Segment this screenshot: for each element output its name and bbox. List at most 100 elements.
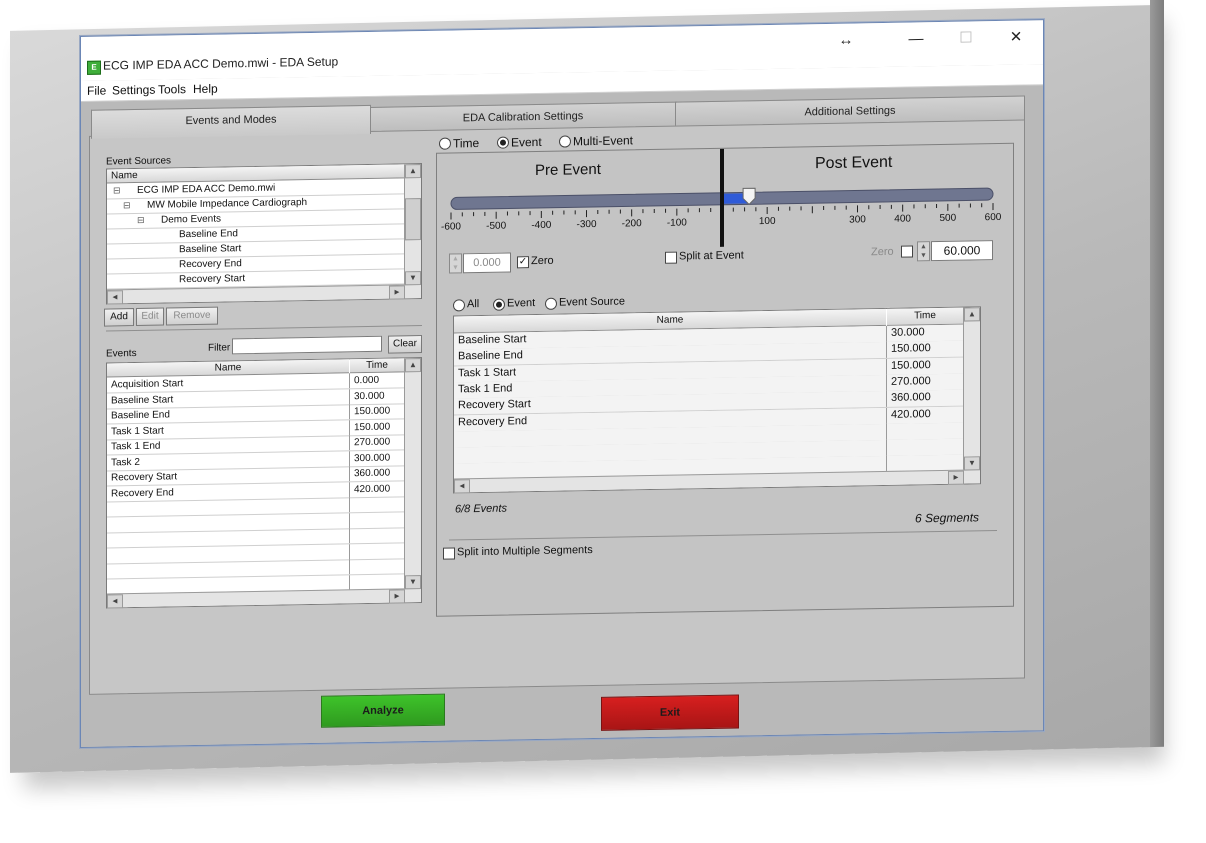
split-at-event-label: Split at Event (679, 249, 744, 263)
tree-vscroll[interactable]: ▲ ▼ (404, 164, 421, 299)
mode-event-label: Event (511, 134, 542, 150)
slider-tick-label: 500 (939, 213, 956, 224)
pre-spinner-icon[interactable]: ▲ ▼ (449, 253, 462, 274)
tree-scroll-thumb[interactable] (405, 198, 421, 241)
column-separator (886, 407, 887, 424)
scroll-up-arrow-icon[interactable]: ▲ (405, 358, 421, 373)
segments-count: 6 Segments (915, 510, 980, 526)
resize-icon[interactable]: ↔ (826, 27, 866, 54)
post-zero-label: Zero (871, 245, 894, 259)
event-mode-panel: Time Event Multi-Event Pre Event Post Ev… (436, 133, 1014, 617)
selected-vscroll[interactable]: ▲ ▼ (963, 307, 980, 484)
filter-all-label: All (467, 298, 480, 311)
events-table[interactable]: Name Time Acquisition Start 0.000 Baseline… (106, 357, 422, 609)
event-time-cell: 0.000 (354, 374, 380, 387)
scroll-down-arrow-icon[interactable]: ▼ (405, 271, 421, 286)
event-time-cell: 360.000 (354, 467, 391, 480)
expander-icon[interactable]: ⊟ (137, 213, 145, 228)
divider (106, 325, 422, 332)
filter-event-label: Event (507, 297, 536, 310)
column-separator (349, 574, 350, 590)
scroll-left-arrow-icon[interactable]: ◄ (454, 479, 470, 494)
filter-all-radio[interactable] (453, 299, 465, 312)
mode-time-radio[interactable] (439, 137, 451, 150)
event-time-cell: 300.000 (354, 452, 391, 464)
analyze-button[interactable]: Analyze (321, 693, 445, 728)
maximize-button[interactable]: ☐ (946, 25, 986, 52)
event-time-cell (350, 558, 404, 574)
slider-tick-label: -500 (486, 221, 506, 232)
menu-help[interactable]: Help (193, 82, 218, 96)
close-button[interactable]: ✕ (996, 24, 1036, 51)
divider (449, 529, 997, 541)
event-time-cell (350, 512, 404, 528)
split-at-event-checkbox[interactable] (665, 251, 677, 264)
event-time-cell (350, 496, 404, 512)
expander-icon[interactable]: ⊟ (123, 198, 131, 213)
menu-tools[interactable]: Tools (158, 82, 186, 96)
column-separator (886, 440, 887, 457)
selected-time-cell: 150.000 (891, 358, 931, 372)
menu-settings[interactable]: Settings (112, 83, 155, 98)
add-button[interactable]: Add (104, 308, 134, 327)
post-spinner-icon[interactable]: ▲ ▼ (917, 241, 930, 262)
selected-events-table[interactable]: Name Time Baseline Start 30.000 Baseline E… (453, 306, 981, 494)
post-event-field[interactable]: 60.000 (931, 240, 993, 262)
filter-event-source-radio[interactable] (545, 297, 557, 310)
selected-time-cell (887, 422, 963, 438)
app-icon: E (87, 60, 101, 75)
event-sources-tree[interactable]: Name ⊟ ECG IMP EDA ACC Demo.mwi ⊟ MW Mobile… (106, 163, 422, 305)
column-separator (349, 559, 350, 575)
edit-button[interactable]: Edit (136, 307, 164, 327)
pre-zero-checkbox[interactable]: ✓ (517, 256, 529, 269)
column-separator (886, 342, 887, 359)
column-separator (886, 358, 887, 375)
minimize-button[interactable]: — (896, 26, 936, 53)
mode-multi-event-radio[interactable] (559, 135, 571, 148)
exit-button[interactable]: Exit (601, 694, 739, 731)
event-time-cell: 420.000 (354, 483, 391, 495)
filter-event-radio[interactable] (493, 298, 505, 311)
slider-tick-label: -100 (667, 217, 687, 228)
column-separator (349, 435, 350, 451)
events-vscroll[interactable]: ▲ ▼ (404, 358, 421, 603)
scroll-up-arrow-icon[interactable]: ▲ (405, 164, 421, 179)
filter-event-source-label: Event Source (559, 295, 626, 309)
selected-col-time: Time (887, 307, 963, 326)
tab-events-and-modes[interactable]: Events and Modes (91, 104, 371, 139)
filter-label: Filter (208, 342, 231, 354)
column-separator (349, 419, 350, 435)
filter-input[interactable] (232, 335, 382, 355)
remove-button[interactable]: Remove (166, 306, 218, 326)
tree-node-label: Baseline Start (179, 243, 242, 256)
app-window: E ECG IMP EDA ACC Demo.mwi - EDA Setup ↔… (80, 19, 1044, 748)
scroll-left-arrow-icon[interactable]: ◄ (107, 290, 123, 305)
tab-panel-events-and-modes: Event Sources Name ⊟ ECG IMP EDA ACC Demo… (89, 119, 1025, 695)
scroll-up-arrow-icon[interactable]: ▲ (964, 307, 980, 322)
scroll-down-arrow-icon[interactable]: ▼ (405, 575, 421, 590)
slider-tick-label: -400 (531, 220, 551, 231)
pre-zero-label: Zero (531, 254, 554, 268)
split-multiple-checkbox[interactable] (443, 547, 455, 560)
column-separator (886, 391, 887, 408)
slab-side (1150, 0, 1164, 748)
scroll-right-arrow-icon[interactable]: ► (389, 285, 405, 300)
mode-multi-event-label: Multi-Event (573, 133, 634, 149)
slider-tick-label: -200 (622, 218, 642, 229)
event-time-cell: 30.000 (354, 390, 385, 402)
event-time-cell (350, 527, 404, 543)
scroll-down-arrow-icon[interactable]: ▼ (964, 456, 980, 471)
slider-tick-label: 100 (759, 216, 776, 227)
post-zero-checkbox[interactable] (901, 245, 913, 258)
mode-event-radio[interactable] (497, 136, 509, 149)
scroll-right-arrow-icon[interactable]: ► (389, 589, 405, 604)
pre-event-field[interactable]: 0.000 (463, 252, 511, 274)
column-separator (886, 325, 887, 342)
scroll-right-arrow-icon[interactable]: ► (948, 470, 964, 485)
clear-button[interactable]: Clear (388, 335, 422, 354)
scroll-left-arrow-icon[interactable]: ◄ (107, 594, 123, 609)
expander-icon[interactable]: ⊟ (113, 183, 121, 198)
event-time-cell: 150.000 (354, 405, 391, 418)
menu-file[interactable]: File (87, 84, 106, 98)
slider-tick-label: 600 (985, 212, 1002, 223)
